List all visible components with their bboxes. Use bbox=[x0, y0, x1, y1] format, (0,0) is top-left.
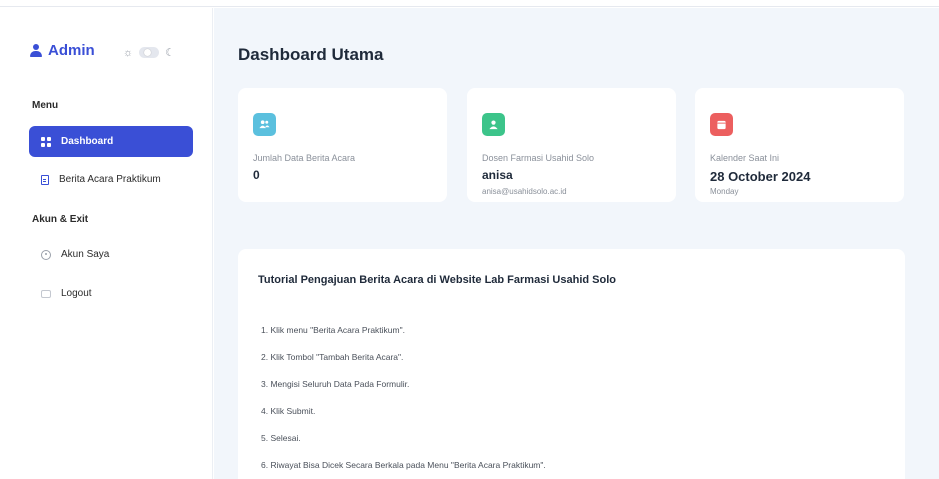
page-title: Dashboard Utama bbox=[238, 45, 384, 64]
tutorial-step: 3. Mengisi Seluruh Data Pada Formulir. bbox=[261, 379, 410, 389]
sidebar-item-label: Logout bbox=[61, 288, 92, 299]
calendar-icon bbox=[710, 113, 733, 136]
card-value: anisa bbox=[482, 168, 513, 182]
tutorial-step: 1. Klik menu "Berita Acara Praktikum". bbox=[261, 325, 405, 335]
admin-user-icon bbox=[30, 43, 42, 58]
user-circle-icon bbox=[41, 249, 51, 260]
tutorial-panel: Tutorial Pengajuan Berita Acara di Websi… bbox=[238, 249, 905, 479]
card-value: 0 bbox=[253, 168, 260, 182]
tutorial-steps: 1. Klik menu "Berita Acara Praktikum". 2… bbox=[261, 325, 546, 479]
tutorial-step: 2. Klik Tombol "Tambah Berita Acara". bbox=[261, 352, 404, 362]
sidebar-item-logout[interactable]: Logout bbox=[29, 278, 193, 309]
sidebar-brand[interactable]: Admin bbox=[30, 42, 95, 59]
grid-icon bbox=[41, 136, 51, 147]
sun-icon: ☼ bbox=[123, 46, 134, 59]
card-label: Dosen Farmasi Usahid Solo bbox=[482, 153, 595, 163]
main-content: Dashboard Utama Jumlah Data Berita Acara… bbox=[214, 8, 939, 479]
sidebar-item-berita-acara[interactable]: Berita Acara Praktikum bbox=[29, 164, 193, 195]
brand-label: Admin bbox=[48, 42, 95, 59]
user-badge-icon bbox=[482, 113, 505, 136]
card-value: 28 October 2024 bbox=[710, 169, 811, 184]
sidebar-item-dashboard[interactable]: Dashboard bbox=[29, 126, 193, 157]
tutorial-step: 5. Selesai. bbox=[261, 433, 301, 443]
sidebar-item-akun-saya[interactable]: Akun Saya bbox=[29, 239, 193, 270]
card-day: Monday bbox=[710, 187, 739, 196]
section-label-akun: Akun & Exit bbox=[32, 214, 89, 225]
sidebar-item-label: Berita Acara Praktikum bbox=[59, 174, 161, 185]
top-border bbox=[0, 0, 939, 7]
tutorial-title: Tutorial Pengajuan Berita Acara di Websi… bbox=[258, 274, 616, 286]
section-label-menu: Menu bbox=[32, 100, 59, 111]
logout-icon bbox=[41, 289, 51, 298]
card-label: Jumlah Data Berita Acara bbox=[253, 153, 356, 163]
tutorial-step: 6. Riwayat Bisa Dicek Secara Berkala pad… bbox=[261, 460, 546, 470]
users-icon bbox=[253, 113, 276, 136]
sidebar-item-label: Dashboard bbox=[61, 136, 114, 147]
document-icon bbox=[41, 174, 49, 185]
theme-toggle[interactable]: ☼ ☾ bbox=[123, 46, 175, 60]
theme-switch[interactable] bbox=[139, 47, 160, 58]
card-dosen: Dosen Farmasi Usahid Solo anisa anisa@us… bbox=[467, 88, 676, 202]
card-jumlah-berita-acara: Jumlah Data Berita Acara 0 bbox=[238, 88, 447, 202]
moon-icon: ☾ bbox=[165, 47, 175, 59]
sidebar-item-label: Akun Saya bbox=[61, 249, 110, 260]
sidebar: Admin ☼ ☾ Menu Dashboard Berita Acara Pr… bbox=[0, 8, 213, 479]
card-kalender: Kalender Saat Ini 28 October 2024 Monday bbox=[695, 88, 904, 202]
tutorial-step: 4. Klik Submit. bbox=[261, 406, 316, 416]
card-label: Kalender Saat Ini bbox=[710, 153, 780, 163]
card-email: anisa@usahidsolo.ac.id bbox=[482, 187, 567, 196]
